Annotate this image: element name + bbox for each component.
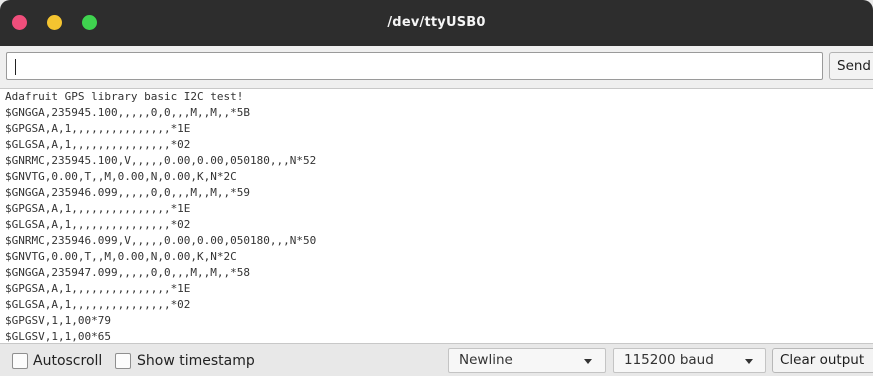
- output-line: $GLGSA,A,1,,,,,,,,,,,,,,,*02: [5, 218, 191, 231]
- autoscroll-checkbox[interactable]: [12, 353, 28, 369]
- autoscroll-label[interactable]: Autoscroll: [33, 351, 102, 371]
- output-line: $GNRMC,235945.100,V,,,,,0.00,0.00,050180…: [5, 154, 317, 167]
- output-line: $GLGSA,A,1,,,,,,,,,,,,,,,*02: [5, 298, 191, 311]
- line-ending-select[interactable]: Newline: [448, 348, 606, 373]
- output-line: $GPGSV,1,1,00*79: [5, 314, 111, 327]
- baud-rate-select[interactable]: 115200 baud: [613, 348, 766, 373]
- output-line: $GNVTG,0.00,T,,M,0.00,N,0.00,K,N*2C: [5, 250, 237, 263]
- title-bar: /dev/ttyUSB0: [0, 0, 873, 46]
- serial-input[interactable]: [6, 52, 823, 80]
- window-title: /dev/ttyUSB0: [387, 15, 486, 30]
- output-line: $GPGSA,A,1,,,,,,,,,,,,,,,*1E: [5, 282, 191, 295]
- chevron-down-icon: [745, 359, 753, 364]
- output-line: $GLGSV,1,1,00*65: [5, 330, 111, 343]
- clear-output-button[interactable]: Clear output: [772, 348, 873, 373]
- line-ending-value: Newline: [459, 352, 513, 368]
- output-line: $GPGSA,A,1,,,,,,,,,,,,,,,*1E: [5, 202, 191, 215]
- show-timestamp-label[interactable]: Show timestamp: [137, 351, 255, 371]
- show-timestamp-checkbox[interactable]: [115, 353, 131, 369]
- footer-bar: Autoscroll Show timestamp Newline 115200…: [0, 344, 873, 376]
- serial-output[interactable]: Adafruit GPS library basic I2C test! $GN…: [0, 88, 873, 344]
- output-line: $GNGGA,235945.100,,,,,0,0,,,M,,M,,*5B: [5, 106, 251, 119]
- send-button[interactable]: Send: [829, 52, 873, 80]
- output-line: $GNGGA,235947.099,,,,,0,0,,,M,,M,,*58: [5, 266, 251, 279]
- chevron-down-icon: [584, 359, 592, 364]
- send-bar: Send: [0, 46, 873, 88]
- output-line: $GNGGA,235946.099,,,,,0,0,,,M,,M,,*59: [5, 186, 251, 199]
- output-line: $GNVTG,0.00,T,,M,0.00,N,0.00,K,N*2C: [5, 170, 237, 183]
- output-line: Adafruit GPS library basic I2C test!: [5, 90, 244, 103]
- text-cursor: [15, 59, 16, 75]
- serial-monitor-window: /dev/ttyUSB0 Send Adafruit GPS library b…: [0, 0, 873, 376]
- output-line: $GNRMC,235946.099,V,,,,,0.00,0.00,050180…: [5, 234, 317, 247]
- baud-rate-value: 115200 baud: [624, 352, 714, 368]
- output-line: $GLGSA,A,1,,,,,,,,,,,,,,,*02: [5, 138, 191, 151]
- output-line: $GPGSA,A,1,,,,,,,,,,,,,,,*1E: [5, 122, 191, 135]
